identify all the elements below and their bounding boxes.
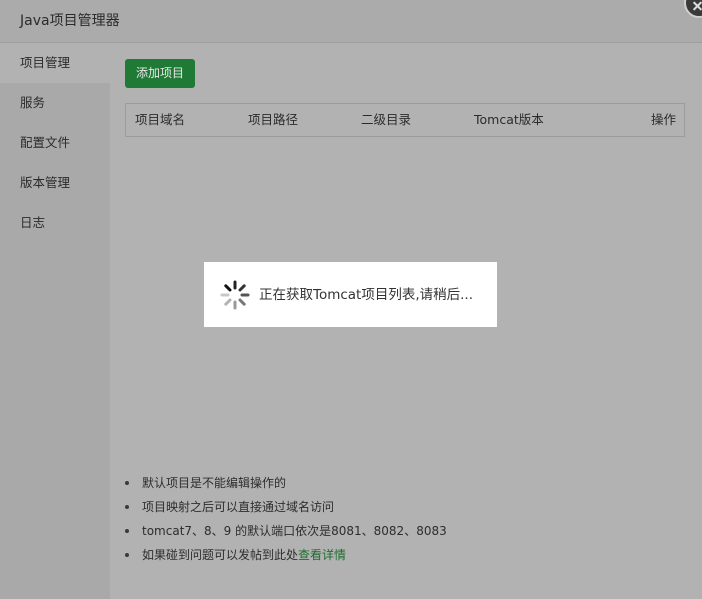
- column-header-tomcat-version[interactable]: Tomcat版本: [474, 104, 544, 136]
- help-notes-list: 默认项目是不能编辑操作的 项目映射之后可以直接通过域名访问 tomcat7、8、…: [125, 471, 447, 567]
- sidebar-item-config-file[interactable]: 配置文件: [0, 123, 110, 163]
- list-item: 默认项目是不能编辑操作的: [125, 471, 447, 495]
- bullet-icon: [125, 529, 129, 533]
- list-item: 如果碰到问题可以发帖到此处查看详情: [125, 543, 447, 567]
- sidebar-item-version-management[interactable]: 版本管理: [0, 163, 110, 203]
- sidebar: 项目管理 服务 配置文件 版本管理 日志: [0, 43, 110, 599]
- title-bar: Java项目管理器: [0, 0, 702, 43]
- loading-message: 正在获取Tomcat项目列表,请稍后...: [259, 287, 474, 303]
- view-details-link[interactable]: 查看详情: [298, 548, 346, 562]
- note-text: tomcat7、8、9 的默认端口依次是8081、8082、8083: [142, 524, 447, 538]
- list-item: tomcat7、8、9 的默认端口依次是8081、8082、8083: [125, 519, 447, 543]
- column-header-path[interactable]: 项目路径: [248, 104, 298, 136]
- loading-spinner-icon: [220, 280, 250, 310]
- column-header-domain[interactable]: 项目域名: [135, 104, 185, 136]
- column-header-operation: 操作: [650, 112, 676, 127]
- loading-dialog: 正在获取Tomcat项目列表,请稍后...: [204, 262, 497, 327]
- sidebar-item-service[interactable]: 服务: [0, 83, 110, 123]
- bullet-icon: [125, 481, 129, 485]
- sidebar-item-project-management[interactable]: 项目管理: [0, 43, 110, 83]
- sidebar-item-log[interactable]: 日志: [0, 203, 110, 243]
- project-table-header: 项目域名 项目路径 二级目录 Tomcat版本 操作: [125, 103, 685, 137]
- add-project-button[interactable]: 添加项目: [125, 59, 195, 88]
- list-item: 项目映射之后可以直接通过域名访问: [125, 495, 447, 519]
- bullet-icon: [125, 553, 129, 557]
- note-text: 默认项目是不能编辑操作的: [142, 476, 287, 490]
- note-text: 项目映射之后可以直接通过域名访问: [142, 500, 335, 514]
- java-project-manager-window: Java项目管理器 项目管理 服务 配置文件 版本管理 日志 添加项目 项目域名…: [0, 0, 702, 599]
- bullet-icon: [125, 505, 129, 509]
- column-header-subdirectory[interactable]: 二级目录: [361, 104, 411, 136]
- window-title: Java项目管理器: [20, 13, 120, 29]
- note-text: 如果碰到问题可以发帖到此处: [142, 548, 299, 562]
